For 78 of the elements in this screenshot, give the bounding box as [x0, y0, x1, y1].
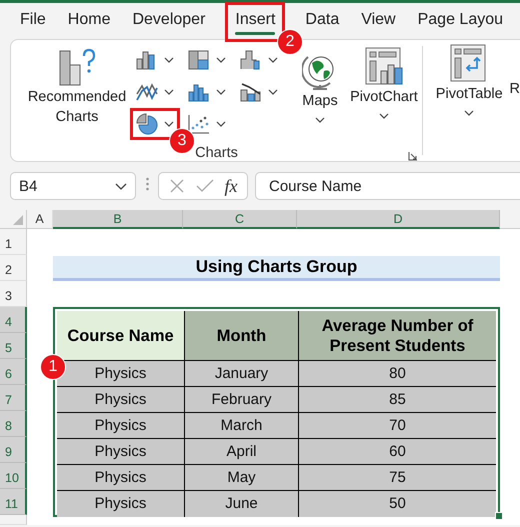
chevron-down-icon: [268, 89, 278, 95]
pivot-table-icon: [450, 44, 488, 84]
recommended-charts-button[interactable]: Recommended Charts: [25, 43, 129, 127]
menu-tab[interactable]: Developer: [130, 2, 208, 35]
menu-tab[interactable]: Data: [303, 2, 342, 35]
header-cell[interactable]: Month: [185, 311, 299, 361]
table-cell[interactable]: 60: [299, 439, 496, 465]
drag-handle-icon[interactable]: [146, 176, 149, 190]
scatter-chart-icon: [188, 114, 210, 134]
row-header[interactable]: 2: [0, 255, 27, 281]
table-cell[interactable]: Physics: [57, 413, 185, 439]
table-cell[interactable]: Physics: [57, 439, 185, 465]
line-chart-icon: [136, 82, 158, 102]
table-cell[interactable]: Physics: [57, 465, 185, 491]
column-header[interactable]: A: [27, 210, 53, 229]
table-cell[interactable]: June: [185, 491, 299, 517]
pivot-table-button[interactable]: PivotTable: [432, 40, 506, 161]
formula-field[interactable]: Course Name: [255, 172, 520, 200]
table-cell[interactable]: Physics: [57, 491, 185, 517]
header-cell[interactable]: Average Number of Present Students: [299, 311, 496, 361]
chevron-down-icon: [379, 113, 389, 119]
menu-tab[interactable]: Page Layou: [416, 2, 506, 35]
row-header[interactable]: 11: [0, 489, 27, 515]
pivot-chart-button[interactable]: PivotChart: [346, 43, 422, 119]
step-badge: 2: [278, 30, 302, 54]
menu-tab[interactable]: View: [359, 2, 398, 35]
table-cell[interactable]: February: [185, 387, 299, 413]
row-header[interactable]: 5: [0, 333, 27, 359]
pivot-chart-icon: [365, 47, 403, 87]
insert-function-button[interactable]: fx: [224, 176, 238, 196]
row-header[interactable]: 6: [0, 359, 27, 385]
row-header[interactable]: 3: [0, 281, 27, 307]
column-header[interactable]: C: [183, 210, 297, 229]
dialog-launcher-icon[interactable]: [408, 151, 418, 161]
hierarchy-chart-icon: [188, 50, 210, 70]
chevron-down-icon: [164, 89, 174, 95]
pie-chart-icon: [136, 113, 158, 135]
menu-tab[interactable]: File: [18, 2, 48, 35]
row-header[interactable]: 8: [0, 411, 27, 437]
chart-question-icon: [57, 47, 97, 87]
row-header[interactable]: 7: [0, 385, 27, 411]
table-cell[interactable]: March: [185, 413, 299, 439]
statistic-chart-icon: [188, 82, 210, 102]
name-box[interactable]: B4: [10, 172, 136, 200]
chevron-down-icon: [315, 117, 325, 123]
row-header[interactable]: 9: [0, 437, 27, 463]
table-cell[interactable]: 75: [299, 465, 496, 491]
menu-tab[interactable]: Home: [66, 2, 112, 35]
table-cell[interactable]: 80: [299, 361, 496, 387]
sheet-title: Using Charts Group: [53, 256, 500, 281]
column-header[interactable]: B: [53, 210, 183, 229]
row-header[interactable]: 1: [0, 229, 27, 255]
chevron-down-icon: [164, 121, 174, 127]
table-cell[interactable]: Physics: [57, 387, 185, 413]
table-cell[interactable]: April: [185, 439, 299, 465]
chevron-down-icon: [216, 89, 226, 95]
chevron-down-icon: [268, 57, 278, 63]
table-cell[interactable]: May: [185, 465, 299, 491]
table-cell[interactable]: January: [185, 361, 299, 387]
group-label: Charts: [195, 145, 238, 161]
fill-handle[interactable]: [495, 512, 503, 520]
waterfall-chart-icon: [240, 50, 262, 70]
row-header[interactable]: 10: [0, 463, 27, 489]
checkmark-icon[interactable]: [196, 179, 214, 193]
table-cell[interactable]: 70: [299, 413, 496, 439]
ribbon-button-label[interactable]: R: [510, 81, 520, 161]
table-cell[interactable]: Physics: [57, 361, 185, 387]
table-cell[interactable]: 85: [299, 387, 496, 413]
combo-chart-icon: [240, 82, 262, 102]
chevron-down-icon: [464, 110, 474, 116]
chevron-down-icon: [164, 57, 174, 63]
row-header[interactable]: 4: [0, 307, 27, 333]
maps-button[interactable]: Maps: [298, 53, 342, 123]
chevron-down-icon: [216, 57, 226, 63]
chevron-down-icon: [216, 121, 226, 127]
table-cell[interactable]: 50: [299, 491, 496, 517]
column-header[interactable]: D: [297, 210, 500, 229]
header-cell[interactable]: Course Name: [57, 311, 185, 361]
